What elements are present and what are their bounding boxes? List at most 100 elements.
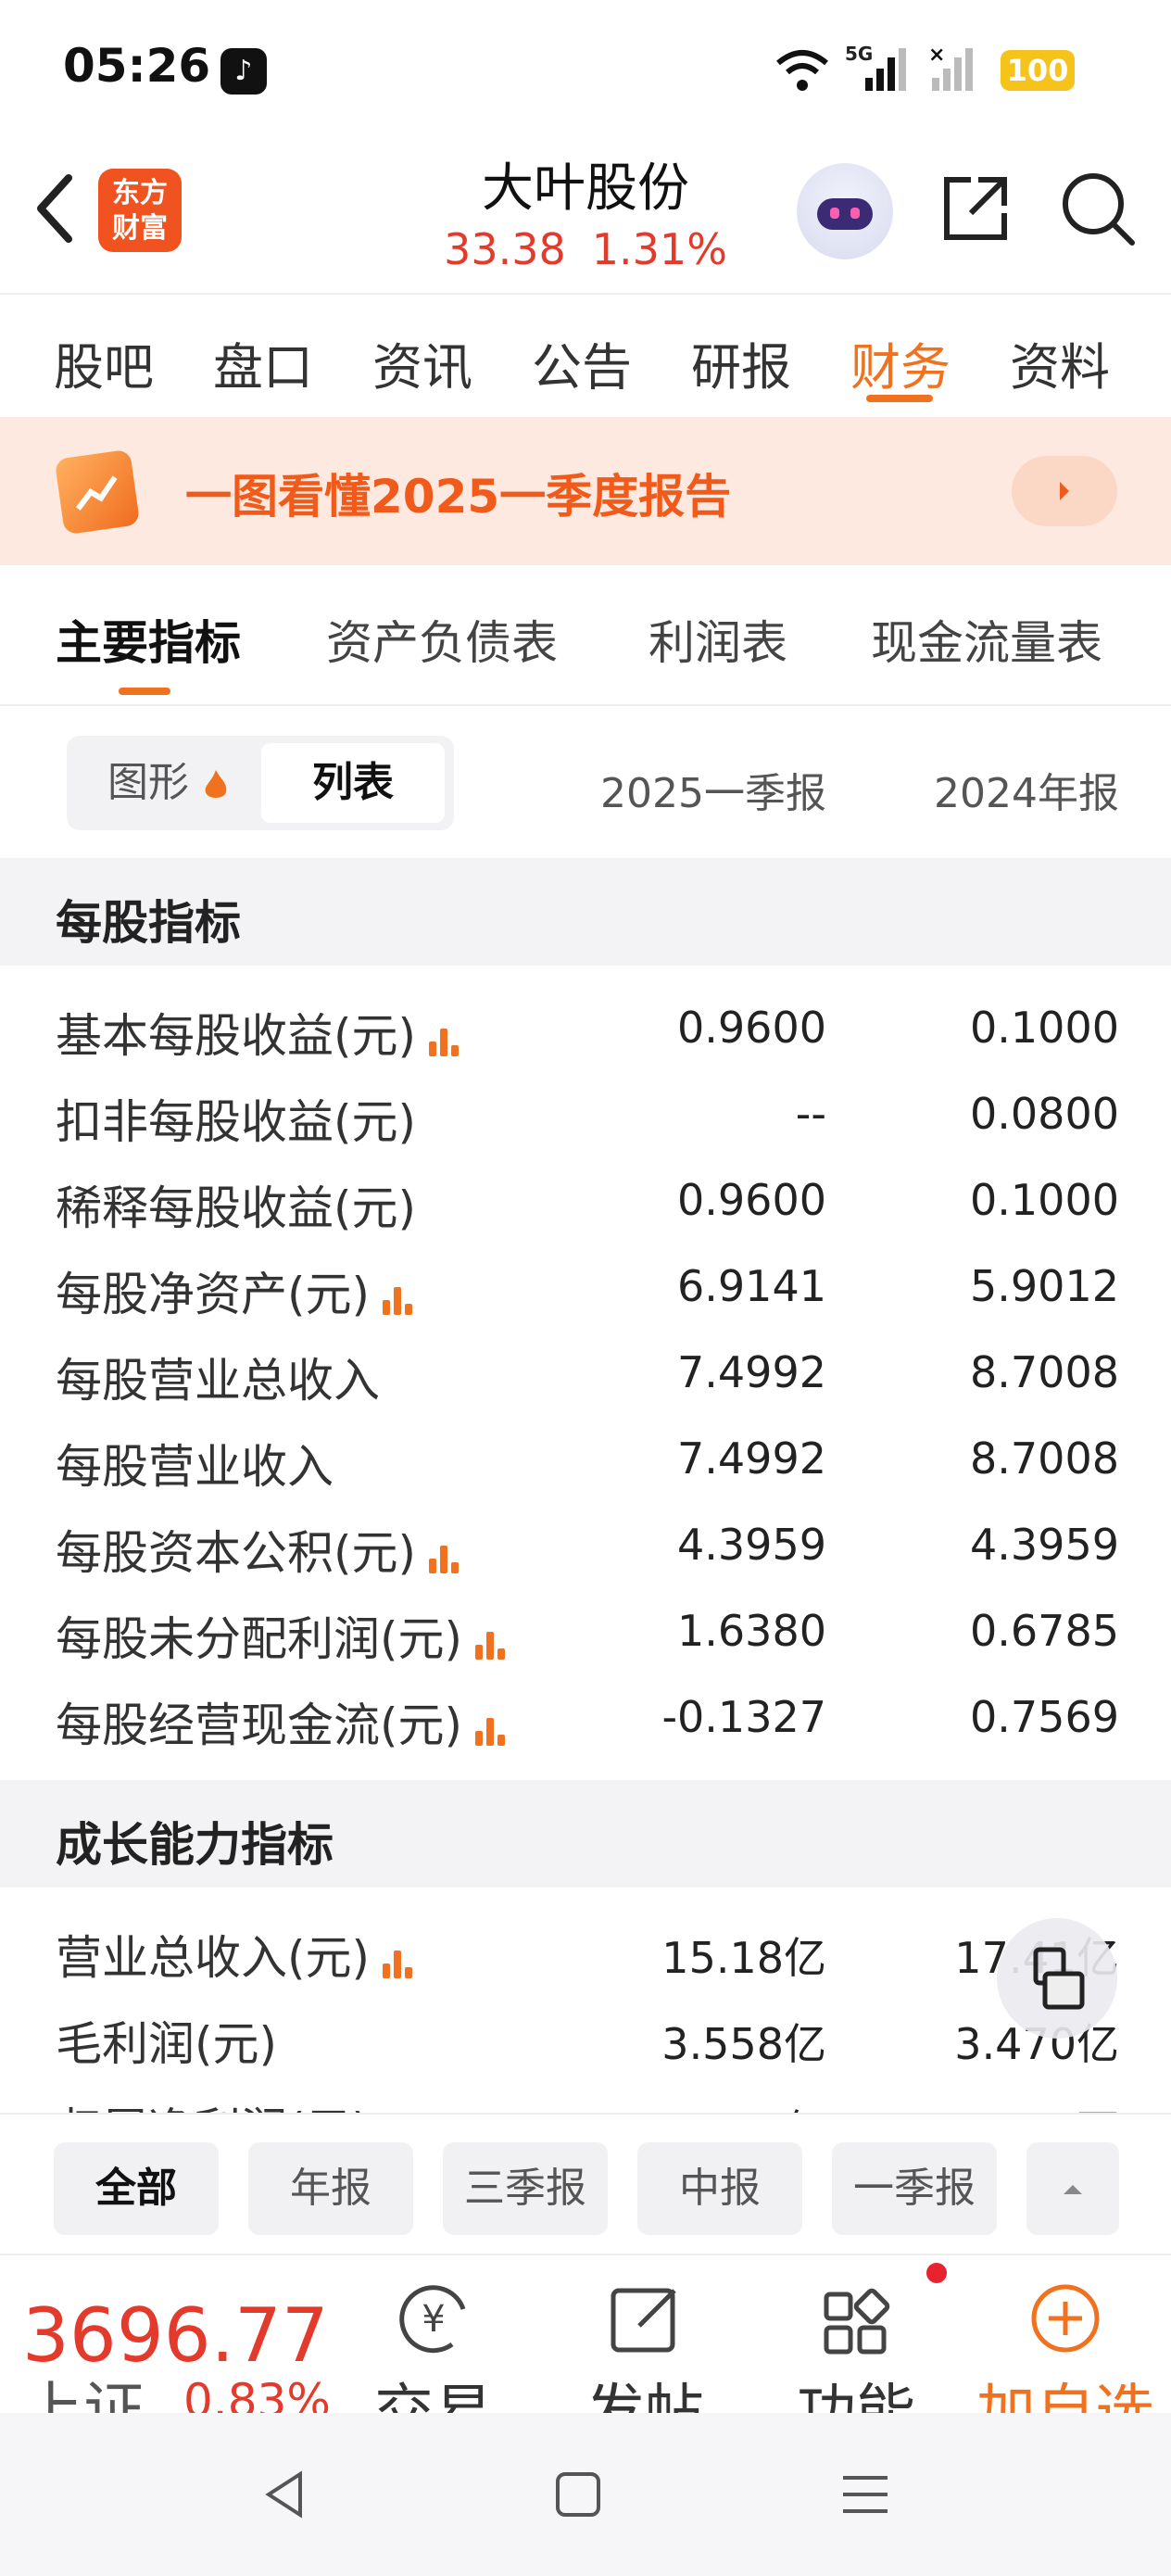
- chart-view-button[interactable]: 图形: [76, 743, 261, 823]
- value-q1: 6.9141: [677, 1261, 826, 1311]
- tab-news[interactable]: 资讯: [372, 326, 472, 399]
- bar-chart-icon[interactable]: [425, 1021, 462, 1058]
- tab-research[interactable]: 研报: [691, 326, 791, 399]
- table-row[interactable]: 毛利润(元) 3.558亿 3.470亿: [0, 1994, 1171, 2080]
- add-watchlist-button[interactable]: 加自选: [973, 2255, 1158, 2413]
- bar-chart-icon[interactable]: [379, 1280, 416, 1317]
- row-label: 营业总收入(元): [56, 1921, 416, 1988]
- section-title: 每股指标: [56, 896, 241, 950]
- row-label-text: 每股经营现金流(元): [56, 1698, 463, 1752]
- subtab-key-indicators[interactable]: 主要指标: [56, 606, 241, 673]
- index-name: 上证: [22, 2375, 145, 2413]
- filter-half[interactable]: 中报: [637, 2142, 802, 2235]
- active-tab-underline: [866, 395, 933, 402]
- value-q1: 4.3959: [677, 1520, 826, 1570]
- tab-announcements[interactable]: 公告: [532, 326, 632, 399]
- post-button[interactable]: 发帖: [552, 2255, 737, 2413]
- row-label: 每股营业收入: [56, 1430, 334, 1496]
- banner-arrow-button[interactable]: [1012, 456, 1117, 526]
- value-annual: 8.7008: [970, 1433, 1119, 1484]
- filter-all[interactable]: 全部: [54, 2142, 219, 2235]
- value-annual: 0.7569: [970, 1692, 1119, 1742]
- wifi-icon: [776, 50, 828, 91]
- row-label: 每股营业总收入: [56, 1344, 380, 1410]
- trade-button[interactable]: ¥ 交易: [341, 2255, 526, 2413]
- swap-button[interactable]: [997, 1918, 1117, 2039]
- row-label-text: 稀释每股收益(元): [56, 1181, 417, 1235]
- value-q1: 3.558亿: [661, 2019, 826, 2069]
- nav-menu-icon[interactable]: [839, 2469, 891, 2520]
- table-row[interactable]: 营业总收入(元)15.18亿17.41亿: [0, 1908, 1171, 1994]
- nav-back-icon[interactable]: [259, 2467, 315, 2522]
- svg-text:×: ×: [928, 46, 945, 67]
- system-nav-bar: [0, 2413, 1171, 2576]
- divider: [0, 704, 1171, 706]
- bar-chart-icon[interactable]: [472, 1711, 509, 1748]
- row-label: 基本每股收益(元): [56, 999, 462, 1066]
- section-header: 每股指标: [0, 858, 1171, 966]
- nav-home-icon[interactable]: [552, 2469, 604, 2520]
- view-toggle: 图形 列表: [67, 736, 454, 830]
- bar-chart-icon[interactable]: [425, 1538, 462, 1575]
- subtab-cash-flow[interactable]: 现金流量表: [871, 606, 1102, 673]
- table-row[interactable]: 每股营业总收入 7.4992 8.7008: [0, 1331, 1171, 1417]
- row-label-text: 营业总收入(元): [56, 1931, 371, 1985]
- column-header-q1: 2025一季报: [600, 770, 826, 817]
- table-row[interactable]: 稀释每股收益(元) 0.9600 0.1000: [0, 1158, 1171, 1244]
- row-label: 扣非每股收益(元): [56, 1085, 416, 1152]
- search-icon[interactable]: [1056, 167, 1140, 250]
- bar-chart-icon[interactable]: [472, 1624, 509, 1661]
- robot-icon[interactable]: [797, 163, 893, 259]
- subtab-underline: [119, 688, 170, 695]
- tab-pankou[interactable]: 盘口: [213, 326, 313, 399]
- bottom-bar: 3696.77 上证 0.83% ¥ 交易 发帖 功能 加自选: [0, 2254, 1171, 2413]
- swap-icon: [1033, 1947, 1085, 2010]
- stock-change-pct: 1.31%: [591, 224, 727, 274]
- table-row[interactable]: 扣非每股收益(元) -- 0.0800: [0, 1072, 1171, 1158]
- subtab-income-statement[interactable]: 利润表: [648, 606, 787, 673]
- row-label: 每股未分配利润(元): [56, 1602, 509, 1669]
- table-row[interactable]: 基本每股收益(元) 0.9600 0.1000: [0, 986, 1171, 1072]
- tab-finance[interactable]: 财务: [850, 326, 951, 399]
- value-annual: 0.1000: [970, 1003, 1119, 1053]
- table-row[interactable]: 每股净资产(元) 6.9141 5.9012: [0, 1244, 1171, 1331]
- subtab-balance-sheet[interactable]: 资产负债表: [326, 606, 558, 673]
- battery-indicator: 100: [1001, 50, 1075, 91]
- chart-icon: [54, 448, 141, 536]
- report-banner[interactable]: 一图看懂2025一季度报告: [0, 417, 1171, 565]
- share-icon[interactable]: [934, 167, 1017, 250]
- value-q1: 0.9600: [677, 1175, 826, 1225]
- fire-icon: [205, 770, 227, 798]
- table-row[interactable]: 每股营业收入 7.4992 8.7008: [0, 1417, 1171, 1503]
- chart-view-label: 图形: [107, 759, 189, 806]
- add-watchlist-label: 加自选: [976, 2379, 1154, 2413]
- filter-annual[interactable]: 年报: [248, 2142, 413, 2235]
- tiktok-icon: ♪: [220, 48, 267, 95]
- tab-guba[interactable]: 股吧: [54, 326, 154, 399]
- scroll-top-button[interactable]: [1026, 2142, 1119, 2235]
- apps-icon: [824, 2288, 890, 2355]
- table-row[interactable]: 每股未分配利润(元) 1.6380 0.6785: [0, 1589, 1171, 1675]
- row-label: 每股经营现金流(元): [56, 1688, 509, 1755]
- filter-q1[interactable]: 一季报: [832, 2142, 997, 2235]
- value-annual: 0.1000: [970, 1175, 1119, 1225]
- table-row[interactable]: 每股资本公积(元) 4.3959 4.3959: [0, 1503, 1171, 1589]
- value-annual: 0.0800: [970, 1089, 1119, 1139]
- post-label: 发帖: [586, 2379, 704, 2413]
- value-annual: 4.3959: [970, 1520, 1119, 1570]
- tab-profile[interactable]: 资料: [1010, 326, 1110, 399]
- row-label-text: 每股营业总收入: [56, 1354, 380, 1408]
- edit-icon: [611, 2288, 676, 2353]
- bar-chart-icon[interactable]: [379, 1943, 416, 1980]
- trade-label: 交易: [374, 2379, 493, 2413]
- signal-icon: [865, 48, 906, 91]
- table-row[interactable]: 每股经营现金流(元) -0.1327 0.7569: [0, 1675, 1171, 1762]
- svg-text:¥: ¥: [422, 2298, 445, 2341]
- list-view-button[interactable]: 列表: [261, 743, 445, 823]
- filter-q3[interactable]: 三季报: [443, 2142, 608, 2235]
- functions-button[interactable]: 功能: [763, 2255, 949, 2413]
- value-annual: 5.9012: [970, 1261, 1119, 1311]
- row-label-text: 毛利润(元): [56, 2017, 278, 2071]
- report-filter-bar: 全部 年报 三季报 中报 一季报: [0, 2113, 1171, 2254]
- row-label: 每股净资产(元): [56, 1257, 416, 1324]
